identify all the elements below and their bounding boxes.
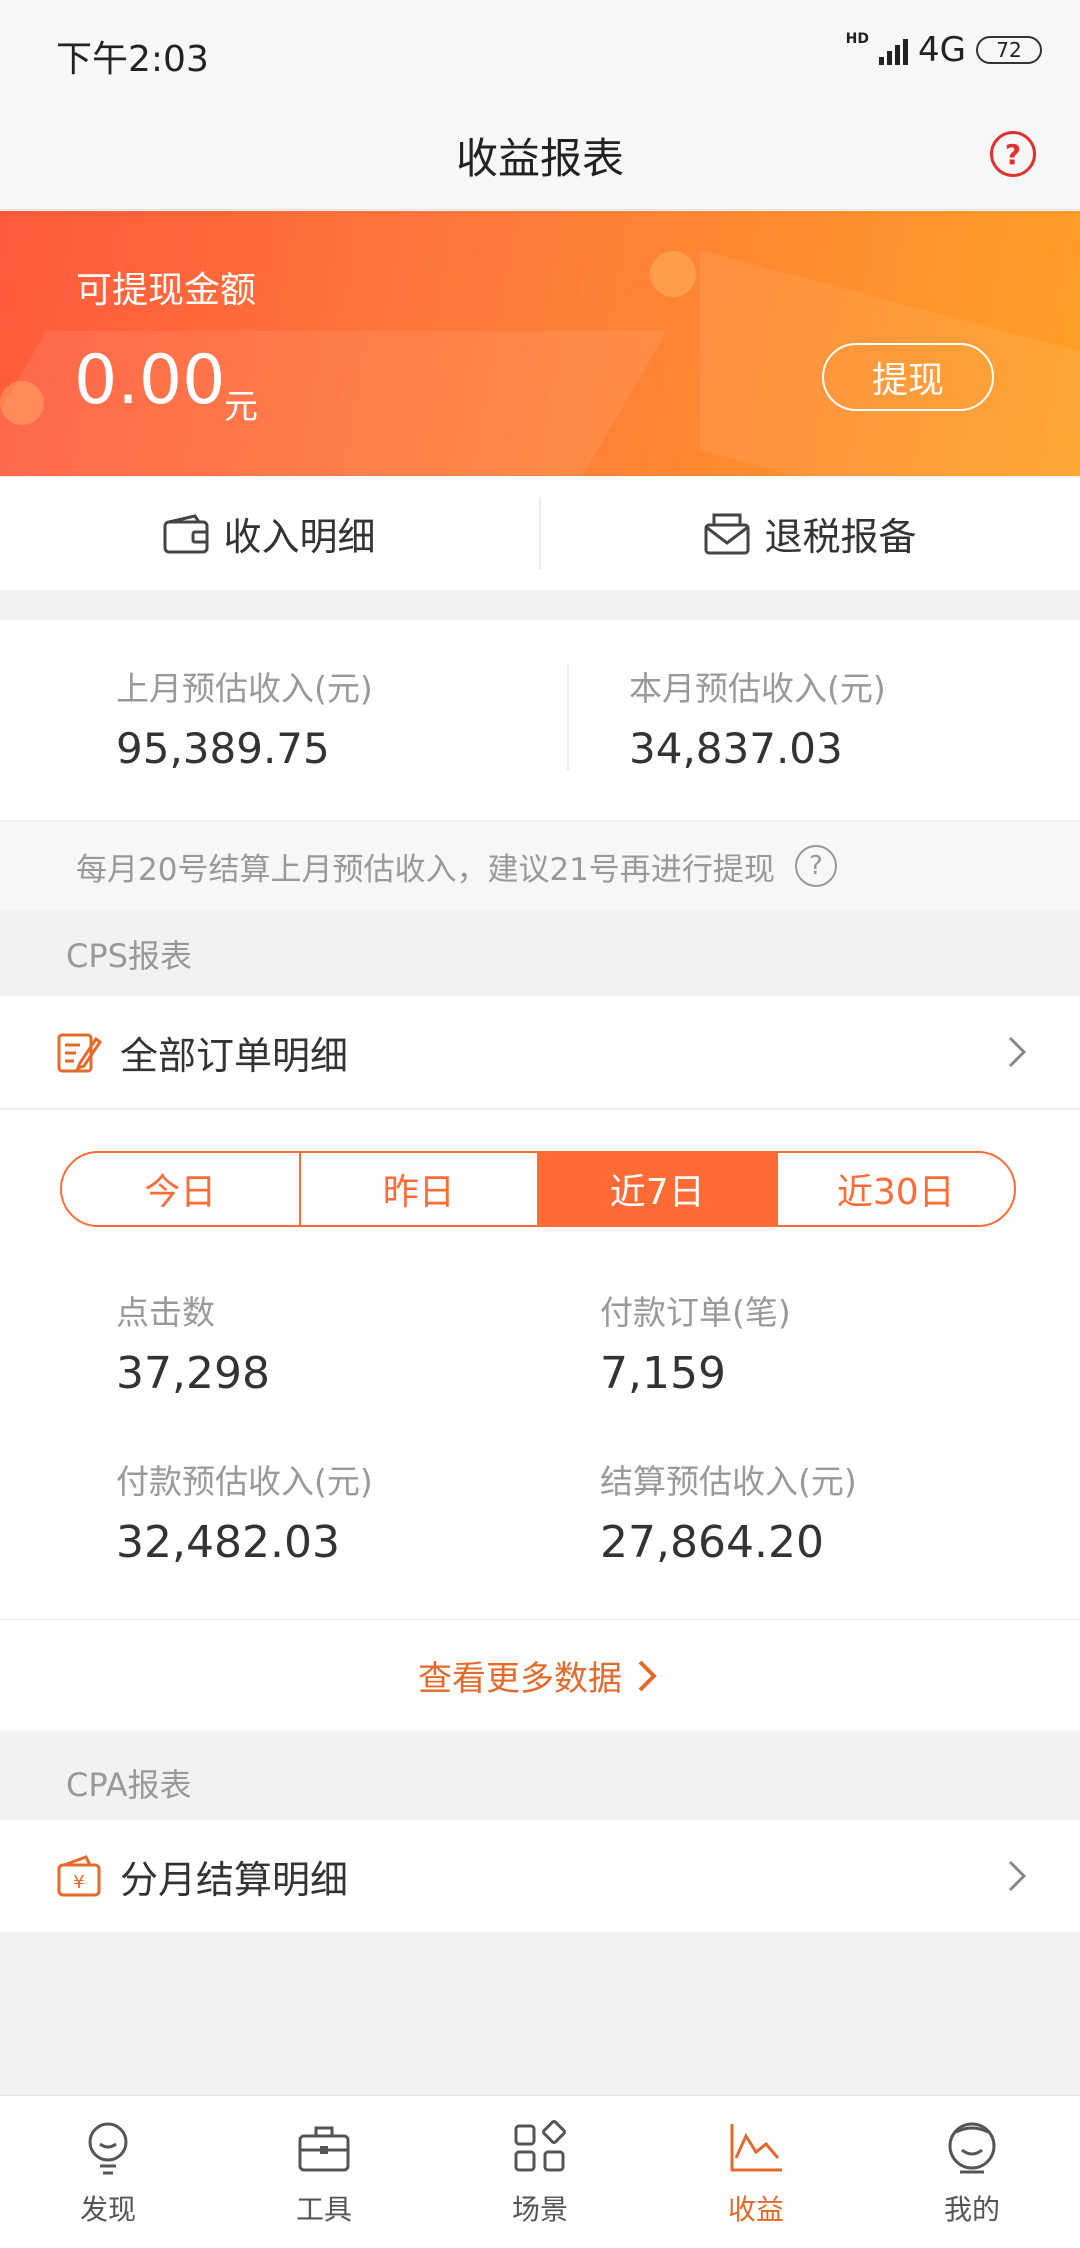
page-title: 收益报表	[455, 134, 624, 183]
estimated-income-panel: 上月预估收入(元) 95,389.75 本月预估收入(元) 34,837.03	[0, 620, 1080, 820]
nav-label: 发现	[79, 2193, 136, 2226]
svg-text:¥: ¥	[73, 1872, 84, 1893]
coin-icon	[650, 251, 696, 297]
status-bar: 下午2:03 HD 4G 72	[0, 0, 1080, 105]
order-edit-icon	[57, 1033, 102, 1073]
income-detail-label: 收入明细	[223, 515, 376, 559]
withdrawable-amount: 0.00	[74, 341, 226, 420]
stat-label: 点击数	[116, 1293, 215, 1332]
monthly-settlement-label: 分月结算明细	[120, 1857, 349, 1902]
nav-me[interactable]: 我的	[864, 2096, 1080, 2248]
help-icon[interactable]: ?	[990, 131, 1036, 177]
cpa-section-label: CPA报表	[66, 1766, 192, 1804]
last-month-value: 95,389.75	[116, 724, 330, 773]
signal-icon	[879, 35, 909, 65]
quick-actions: 收入明细 退税报备	[0, 477, 1080, 590]
stat-value: 37,298	[116, 1348, 270, 1399]
stat-value: 27,864.20	[600, 1517, 824, 1568]
withdraw-button[interactable]: 提现	[822, 343, 994, 411]
stat-clicks: 点击数 37,298	[0, 1286, 540, 1399]
last-month-label: 上月预估收入(元)	[116, 669, 373, 708]
chevron-right-icon	[1008, 1860, 1027, 1892]
briefcase-icon	[298, 2126, 350, 2172]
smiley-user-icon	[948, 2122, 996, 2174]
status-indicators: HD 4G 72	[846, 30, 1042, 70]
tax-filing-label: 退税报备	[764, 515, 917, 559]
settlement-notice: 每月20号结算上月预估收入，建议21号再进行提现 ?	[0, 822, 1080, 910]
network-type: 4G	[918, 30, 966, 70]
cps-stats-card: 今日 昨日 近7日 近30日 点击数 37,298 付款订单(笔) 7,159 …	[0, 1109, 1080, 1619]
period-selector: 今日 昨日 近7日 近30日	[60, 1151, 1016, 1227]
all-orders-label: 全部订单明细	[120, 1033, 349, 1078]
view-more-data-link[interactable]: 查看更多数据	[0, 1619, 1080, 1731]
cps-stats-grid: 点击数 37,298 付款订单(笔) 7,159 付款预估收入(元) 32,48…	[0, 1286, 1080, 1568]
view-more-label: 查看更多数据	[418, 1659, 622, 1699]
income-detail-button[interactable]: 收入明细	[0, 477, 539, 590]
grid-icon	[514, 2120, 566, 2172]
stat-settled-estimate: 结算预估收入(元) 27,864.20	[540, 1455, 1080, 1568]
tax-filing-button[interactable]: 退税报备	[539, 497, 1080, 570]
tab-today[interactable]: 今日	[62, 1153, 299, 1225]
all-orders-row[interactable]: 全部订单明细	[0, 996, 1080, 1108]
nav-earnings[interactable]: 收益	[648, 2096, 864, 2248]
stat-label: 付款预估收入(元)	[116, 1462, 373, 1501]
line-chart-icon	[730, 2124, 782, 2172]
battery-level: 72	[996, 38, 1022, 62]
cps-section-title: CPS报表	[0, 912, 1080, 996]
nav-label: 收益	[727, 2193, 784, 2226]
yuan-wallet-icon: ¥	[57, 1855, 101, 1897]
tab-last-30-days[interactable]: 近30日	[775, 1153, 1015, 1225]
chevron-right-icon	[1008, 1036, 1027, 1068]
this-month-value: 34,837.03	[629, 724, 843, 773]
cps-section-label: CPS报表	[66, 937, 192, 975]
nav-tools[interactable]: 工具	[216, 2096, 432, 2248]
wallet-icon	[163, 513, 209, 553]
earnings-report-screen: 下午2:03 HD 4G 72 收益报表 ? 可提现金额 0.00 元 提现 收…	[0, 0, 1080, 2248]
stat-value: 7,159	[600, 1348, 726, 1399]
hd-indicator: HD	[845, 31, 870, 47]
withdrawable-label: 可提现金额	[76, 270, 257, 311]
notice-help-icon[interactable]: ?	[794, 845, 837, 887]
nav-discover[interactable]: 发现	[0, 2096, 216, 2248]
withdrawable-banner: 可提现金额 0.00 元 提现	[0, 211, 1080, 476]
nav-scenes[interactable]: 场景	[432, 2096, 648, 2248]
nav-label: 我的	[943, 2193, 1000, 2226]
monthly-settlement-row[interactable]: ¥ 分月结算明细	[0, 1820, 1080, 1932]
cpa-section-title: CPA报表	[0, 1741, 1080, 1825]
this-month-estimate: 本月预估收入(元) 34,837.03	[567, 665, 1080, 773]
tab-yesterday[interactable]: 昨日	[298, 1153, 538, 1225]
envelope-icon	[704, 513, 750, 554]
stat-label: 结算预估收入(元)	[600, 1462, 857, 1501]
battery-icon: 72	[976, 36, 1042, 64]
last-month-estimate: 上月预估收入(元) 95,389.75	[0, 620, 567, 820]
stat-label: 付款订单(笔)	[600, 1293, 791, 1332]
chevron-right-icon	[638, 1660, 657, 1691]
tab-last-7-days[interactable]: 近7日	[537, 1153, 776, 1225]
settlement-notice-text: 每月20号结算上月预估收入，建议21号再进行提现	[76, 851, 775, 888]
title-bar: 收益报表 ?	[0, 105, 1080, 210]
stat-value: 32,482.03	[116, 1517, 340, 1568]
stat-paid-estimate: 付款预估收入(元) 32,482.03	[0, 1455, 540, 1568]
this-month-label: 本月预估收入(元)	[629, 669, 886, 708]
status-time: 下午2:03	[56, 39, 209, 80]
coin-icon	[0, 381, 44, 425]
amount-unit: 元	[224, 387, 258, 427]
bottom-navigation: 发现 工具 场景 收益 我的	[0, 2095, 1080, 2248]
nav-label: 场景	[511, 2193, 568, 2226]
stat-paid-orders: 付款订单(笔) 7,159	[540, 1286, 1080, 1399]
lightbulb-icon	[88, 2122, 128, 2175]
nav-label: 工具	[295, 2193, 352, 2226]
